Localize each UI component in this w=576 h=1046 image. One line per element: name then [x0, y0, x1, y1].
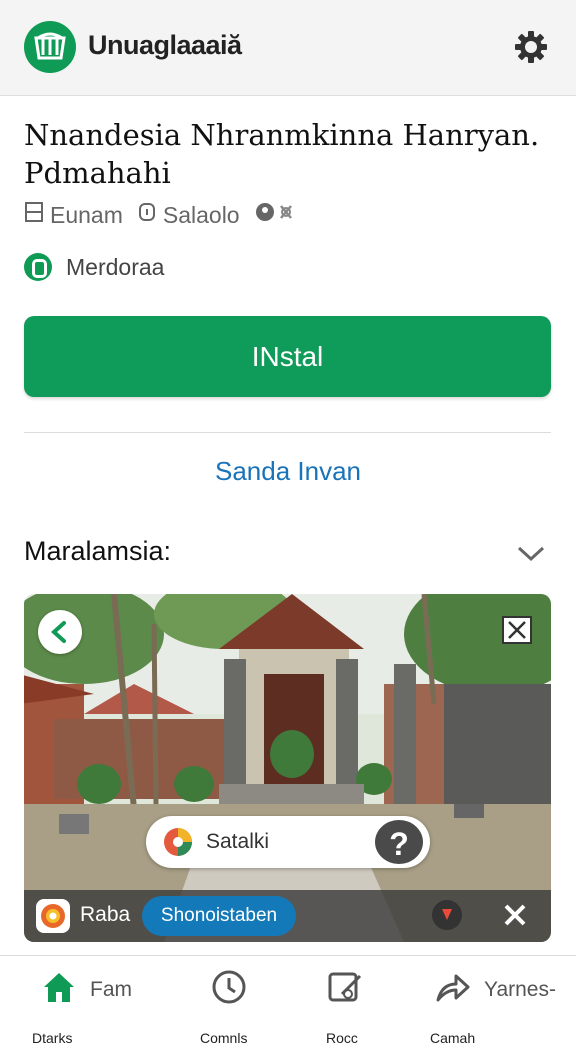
close-icon[interactable] [502, 616, 532, 644]
screenshot-preview[interactable]: Satalki ? Raba Shonoistaben [24, 594, 551, 942]
divider [24, 432, 551, 433]
nav-sub-share: Camah [430, 1030, 476, 1046]
top-app-bar: Unuaglaaaiă [0, 0, 576, 96]
app-chip-icon [164, 828, 192, 856]
section-title: Maralamsia: [24, 536, 172, 566]
store-logo-icon [24, 21, 76, 73]
preview-chip[interactable]: Satalki ? [146, 816, 430, 868]
developer-row[interactable]: Merdoraa [24, 252, 164, 282]
person-icon [24, 201, 44, 229]
app-name: Unuaglaaaiă [88, 30, 242, 60]
nav-label-home: Fam [90, 978, 132, 1001]
nav-label-share: Yarnes- [484, 978, 556, 1001]
nav-item-recent[interactable]: Comnls [200, 968, 270, 1046]
install-button[interactable]: INstal [24, 316, 551, 397]
action-bar-label: Raba [80, 903, 131, 926]
developer-badge-icon [24, 253, 52, 281]
chevron-down-icon[interactable] [514, 540, 548, 566]
meta-rating: Salaolo [162, 201, 240, 228]
nav-sub-home: Dtarks [32, 1030, 73, 1046]
developer-name: Merdoraa [66, 253, 165, 280]
nav-sub-edit: Rocc [326, 1030, 358, 1046]
meta-author: Eunam [50, 201, 123, 228]
clock-icon [212, 970, 246, 1004]
show-install-button[interactable]: Shonoistaben [142, 896, 296, 936]
pin-icon[interactable] [432, 900, 462, 930]
browser-icon [36, 899, 70, 933]
badge-icon [254, 201, 300, 229]
nav-item-edit[interactable]: Rocc [326, 968, 386, 1046]
preview-action-bar: Raba Shonoistaben [24, 890, 551, 942]
nav-sub-recent: Comnls [200, 1030, 248, 1046]
bottom-navigation: Fam Dtarks Comnls Rocc Yarnes- Camah [0, 955, 576, 1046]
edit-icon [328, 972, 362, 1002]
home-icon [44, 973, 74, 1002]
nav-item-home[interactable]: Fam Dtarks [32, 968, 150, 1046]
app-meta-row: Eunam Salaolo [24, 200, 306, 230]
secondary-link[interactable]: Sanda Invan [0, 456, 576, 487]
chip-label: Satalki [206, 830, 270, 853]
share-icon [436, 974, 470, 1002]
info-icon [137, 201, 157, 229]
app-title: Nnandesia Nhranmkinna Hanryan. Pdmahahi [24, 118, 540, 190]
gear-icon[interactable] [512, 28, 550, 66]
dismiss-icon[interactable] [500, 900, 530, 930]
nav-item-share[interactable]: Yarnes- Camah [430, 968, 564, 1046]
back-arrow-icon[interactable] [38, 610, 82, 654]
help-button[interactable]: ? [373, 818, 425, 866]
